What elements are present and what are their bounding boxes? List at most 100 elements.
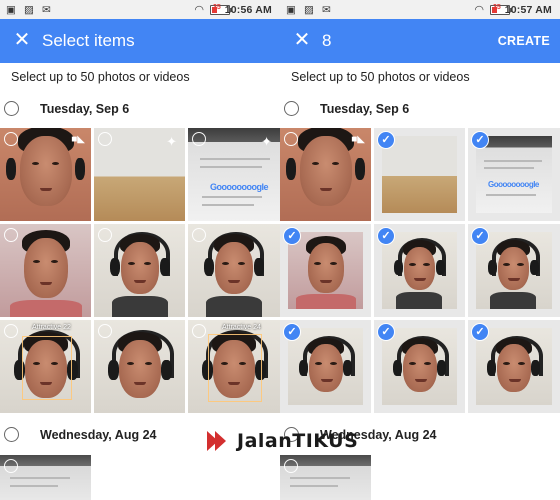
- photo-tile[interactable]: Goooooooogle ✦: [188, 128, 280, 221]
- photo-tile-selected[interactable]: ✓: [468, 224, 560, 317]
- select-circle[interactable]: [284, 132, 298, 146]
- checkmark-icon[interactable]: ✓: [283, 227, 301, 245]
- select-circle[interactable]: [192, 324, 206, 338]
- photo-tile[interactable]: [94, 224, 185, 317]
- select-circle[interactable]: [98, 132, 112, 146]
- shirt: [396, 292, 442, 309]
- select-circle[interactable]: [4, 324, 18, 338]
- checkmark-icon[interactable]: ✓: [471, 131, 489, 149]
- select-circle[interactable]: [98, 228, 112, 242]
- left-screen: ▣ ▨ ✉ ◠ 35 10:56 AM ✕ Select items Selec…: [0, 0, 280, 500]
- photo-tile-selected[interactable]: ✓: [468, 320, 560, 413]
- select-circle[interactable]: [4, 459, 18, 473]
- battery-level: 35: [213, 4, 221, 11]
- eye: [312, 162, 319, 165]
- text-line: [290, 477, 350, 479]
- eye: [518, 362, 525, 365]
- face: [119, 340, 161, 398]
- close-icon[interactable]: ✕: [10, 28, 34, 52]
- select-date-radio[interactable]: [4, 427, 19, 442]
- select-date-radio[interactable]: [284, 101, 299, 116]
- photo-tile[interactable]: [188, 224, 280, 317]
- status-bar: ▣ ▨ ✉ ◠ 35 10:56 AM: [0, 0, 280, 19]
- eye: [330, 262, 337, 265]
- photo-tile[interactable]: ■◣: [0, 128, 91, 221]
- app-bar: ✕ 8 CREATE: [280, 19, 560, 63]
- photo-tile[interactable]: ■◣: [280, 128, 371, 221]
- image-notification-icon: ▣: [286, 4, 296, 16]
- headphone-cup: [436, 260, 445, 275]
- photo-tile-selected[interactable]: ✓: [280, 320, 371, 413]
- selfie-thumbnail: [382, 328, 457, 405]
- text-line: [290, 485, 338, 487]
- create-button[interactable]: CREATE: [498, 34, 550, 48]
- photo-tile[interactable]: [0, 224, 91, 317]
- photo-tile-selected[interactable]: ✓: [374, 224, 465, 317]
- checkmark-icon[interactable]: ✓: [283, 323, 301, 341]
- text-line: [200, 158, 270, 160]
- select-circle[interactable]: [192, 132, 206, 146]
- photo-tile-selected[interactable]: ✓: [374, 320, 465, 413]
- date-label: Tuesday, Sep 6: [320, 102, 410, 116]
- eye: [517, 263, 524, 266]
- select-circle[interactable]: [4, 228, 18, 242]
- headphone-cup: [299, 360, 308, 376]
- photo-tile[interactable]: [280, 455, 371, 500]
- mouth: [320, 188, 332, 191]
- headphone-cup: [254, 258, 264, 276]
- mouth: [134, 280, 146, 283]
- auto-enhance-icon: ✦: [166, 134, 177, 149]
- eye: [409, 263, 416, 266]
- eye: [332, 162, 339, 165]
- photo-tile[interactable]: Attractive 24: [188, 320, 280, 413]
- checkmark-icon[interactable]: ✓: [377, 323, 395, 341]
- selection-hint: Select up to 50 photos or videos: [291, 70, 470, 84]
- checkmark-icon[interactable]: ✓: [377, 227, 395, 245]
- selfie-thumbnail: [382, 232, 457, 309]
- checkmark-icon[interactable]: ✓: [471, 323, 489, 341]
- headphone-cup: [286, 158, 296, 180]
- close-icon[interactable]: ✕: [290, 28, 314, 52]
- face: [20, 136, 72, 206]
- checkmark-icon[interactable]: ✓: [471, 227, 489, 245]
- select-circle[interactable]: [284, 459, 298, 473]
- photo-tile[interactable]: [0, 455, 91, 500]
- attractive-label: Attractive 24: [222, 324, 261, 331]
- mouth: [134, 382, 146, 385]
- eye: [32, 162, 39, 165]
- select-circle[interactable]: [192, 228, 206, 242]
- headphone-cup: [6, 158, 16, 180]
- text-line: [484, 160, 542, 162]
- checkmark-icon[interactable]: ✓: [377, 131, 395, 149]
- headphone-cup: [530, 260, 539, 275]
- shirt: [112, 296, 168, 317]
- photo-tile[interactable]: Attractive 22: [0, 320, 91, 413]
- photo-tile-selected[interactable]: ✓: [280, 224, 371, 317]
- select-circle[interactable]: [4, 132, 18, 146]
- photo-tile-selected[interactable]: Goooooooogle ✓: [468, 128, 560, 221]
- headphone-cup: [108, 360, 119, 380]
- selfie-thumbnail: [288, 232, 363, 309]
- eye: [222, 262, 229, 265]
- eye: [424, 362, 431, 365]
- headphone-cup: [160, 258, 170, 276]
- face: [497, 344, 531, 392]
- photo-tile[interactable]: [94, 320, 185, 413]
- photo-tile-selected[interactable]: ✓: [374, 128, 465, 221]
- eye: [314, 262, 321, 265]
- mouth: [40, 188, 52, 191]
- battery-level: 35: [493, 4, 501, 11]
- photo-tile[interactable]: ✦: [94, 128, 185, 221]
- text-line: [200, 166, 262, 168]
- text-line: [10, 485, 58, 487]
- select-date-radio[interactable]: [4, 101, 19, 116]
- select-circle[interactable]: [98, 324, 112, 338]
- mouth: [415, 379, 427, 382]
- text-line: [486, 194, 536, 196]
- selfie-thumbnail: [476, 328, 552, 405]
- auto-enhance-icon: ✦: [261, 134, 272, 149]
- shirt: [296, 294, 356, 309]
- text-line: [484, 167, 534, 169]
- face: [308, 243, 344, 293]
- face: [309, 344, 343, 392]
